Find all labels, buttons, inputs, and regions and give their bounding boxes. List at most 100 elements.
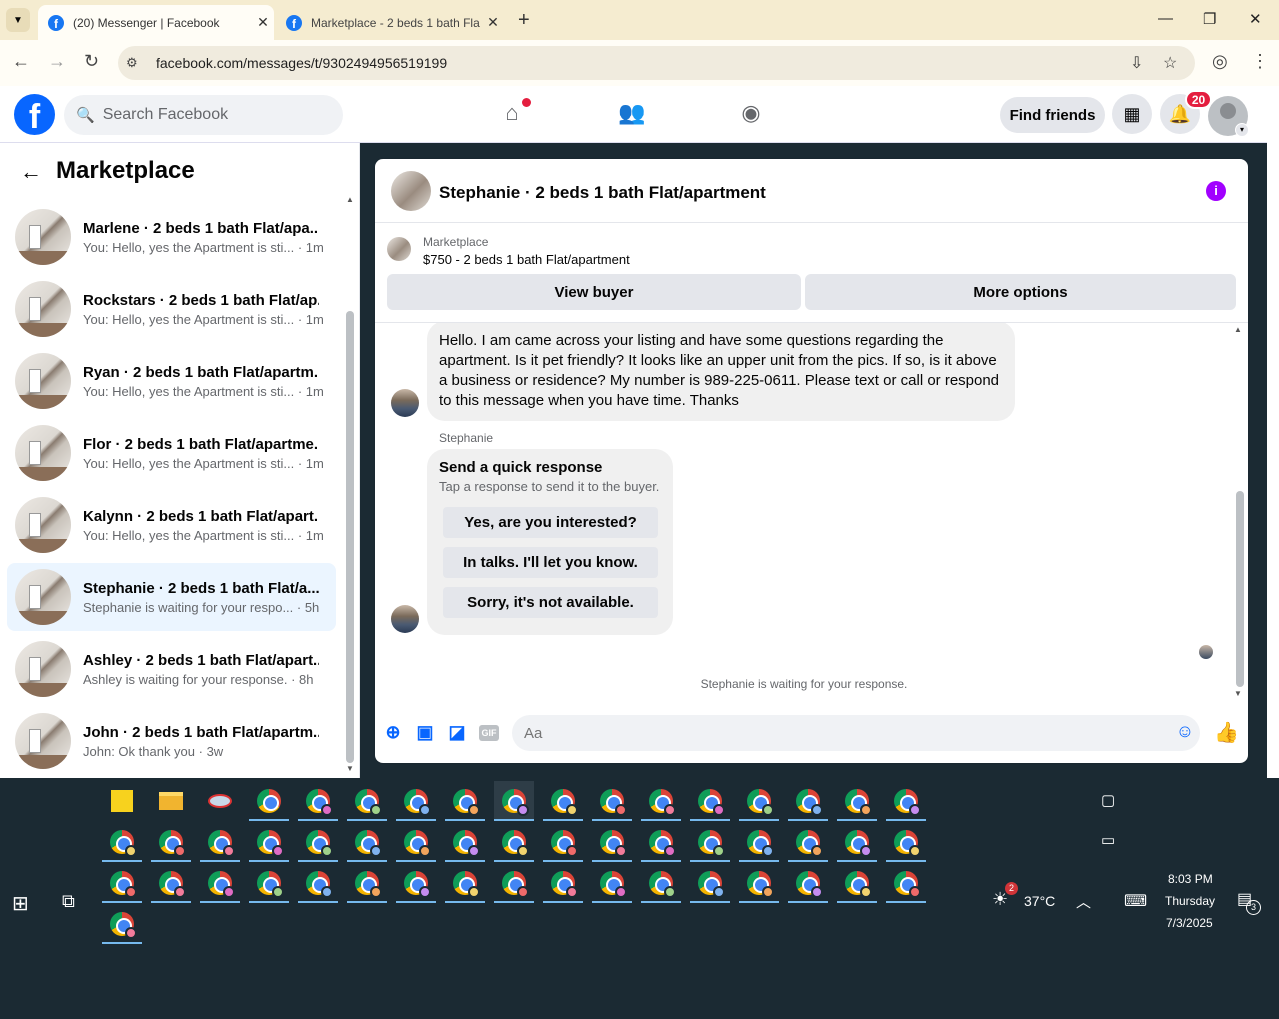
snipping-tool-icon[interactable] bbox=[200, 781, 240, 821]
thread-scrollbar[interactable] bbox=[1236, 491, 1244, 687]
scroll-down-arrow-icon[interactable]: ▼ bbox=[346, 764, 354, 773]
chrome-profile-icon[interactable] bbox=[837, 863, 877, 903]
tab-messenger[interactable]: f (20) Messenger | Facebook ✕ bbox=[38, 5, 274, 40]
forward-icon[interactable]: → bbox=[48, 51, 66, 72]
scroll-down-arrow-icon[interactable]: ▼ bbox=[1234, 689, 1242, 698]
chrome-profile-icon[interactable] bbox=[886, 822, 926, 862]
conversation-item[interactable]: Flor · 2 beds 1 bath Flat/apartme... You:… bbox=[7, 419, 336, 487]
search-input[interactable]: 🔍 Search Facebook bbox=[64, 95, 343, 135]
chrome-profile-icon[interactable] bbox=[641, 822, 681, 862]
new-tab-button[interactable]: + bbox=[518, 9, 530, 32]
sender-avatar[interactable] bbox=[391, 605, 419, 633]
chrome-profile-icon[interactable] bbox=[690, 822, 730, 862]
chrome-profile-icon[interactable] bbox=[494, 822, 534, 862]
reload-icon[interactable]: ↻ bbox=[84, 51, 99, 72]
chrome-profile-icon[interactable] bbox=[543, 822, 583, 862]
more-options-button[interactable]: More options bbox=[805, 274, 1236, 310]
chrome-profile-icon[interactable] bbox=[396, 822, 436, 862]
chrome-profile-icon[interactable] bbox=[102, 863, 142, 903]
tab-marketplace[interactable]: f Marketplace - 2 beds 1 bath Fla ✕ bbox=[276, 5, 504, 40]
message-input[interactable] bbox=[512, 715, 1200, 751]
chrome-profile-icon[interactable] bbox=[249, 781, 289, 821]
friends-icon[interactable]: 👥 bbox=[618, 100, 646, 128]
chrome-profile-icon[interactable] bbox=[298, 822, 338, 862]
clock-date[interactable]: 7/3/2025 bbox=[1166, 916, 1213, 930]
chrome-profile-icon[interactable] bbox=[494, 781, 534, 821]
chrome-profile-icon[interactable] bbox=[739, 822, 779, 862]
info-icon[interactable]: i bbox=[1206, 181, 1226, 201]
chrome-profile-icon[interactable] bbox=[200, 863, 240, 903]
plus-icon[interactable]: ⊕ bbox=[382, 722, 404, 744]
emoji-icon[interactable]: ☺ bbox=[1174, 721, 1196, 743]
address-bar[interactable]: ⚙ facebook.com/messages/t/93024949565191… bbox=[118, 46, 1195, 80]
menu-kebab-icon[interactable]: ⋮ bbox=[1251, 51, 1269, 72]
chrome-profile-icon[interactable] bbox=[347, 781, 387, 821]
conversation-item[interactable]: Rockstars · 2 beds 1 bath Flat/ap... You:… bbox=[7, 275, 336, 343]
chrome-profile-icon[interactable] bbox=[788, 781, 828, 821]
chrome-profile-icon[interactable] bbox=[690, 863, 730, 903]
chrome-profile-icon[interactable] bbox=[396, 863, 436, 903]
chrome-profile-icon[interactable] bbox=[788, 822, 828, 862]
network-icon[interactable]: ▭ bbox=[1101, 831, 1115, 849]
chrome-profile-icon[interactable] bbox=[151, 822, 191, 862]
scroll-up-arrow-icon[interactable]: ▲ bbox=[1234, 325, 1242, 334]
chrome-profile-icon[interactable] bbox=[347, 863, 387, 903]
chrome-profile-icon[interactable] bbox=[298, 863, 338, 903]
back-arrow-icon[interactable]: ← bbox=[20, 159, 42, 185]
chrome-profile-icon[interactable] bbox=[298, 781, 338, 821]
like-thumb-icon[interactable]: 👍 bbox=[1214, 720, 1239, 744]
chrome-profile-icon[interactable] bbox=[592, 822, 632, 862]
conversation-item[interactable]: Ryan · 2 beds 1 bath Flat/apartm... You: … bbox=[7, 347, 336, 415]
clock-time[interactable]: 8:03 PM bbox=[1168, 872, 1213, 886]
tab-search-button[interactable]: ▼ bbox=[6, 8, 30, 32]
chrome-profile-icon[interactable] bbox=[739, 863, 779, 903]
close-window-button[interactable]: ✕ bbox=[1249, 10, 1262, 28]
photo-icon[interactable]: ▣ bbox=[414, 722, 436, 744]
chevron-up-icon[interactable]: ︿ bbox=[1076, 891, 1091, 912]
chrome-profile-icon[interactable] bbox=[592, 781, 632, 821]
chrome-profile-icon[interactable] bbox=[788, 863, 828, 903]
site-info-icon[interactable]: ⚙ bbox=[126, 55, 150, 71]
sidebar-scrollbar[interactable] bbox=[346, 311, 354, 763]
chrome-profile-icon[interactable] bbox=[396, 781, 436, 821]
task-view-icon[interactable]: ⧉ bbox=[62, 891, 75, 912]
listing-avatar[interactable] bbox=[391, 171, 431, 211]
scroll-up-arrow-icon[interactable]: ▲ bbox=[346, 195, 354, 204]
close-tab-icon[interactable]: ✕ bbox=[482, 14, 504, 31]
chrome-profile-icon[interactable] bbox=[641, 781, 681, 821]
quick-response-button[interactable]: Sorry, it's not available. bbox=[443, 587, 658, 618]
chrome-profile-icon[interactable] bbox=[445, 822, 485, 862]
close-tab-icon[interactable]: ✕ bbox=[252, 14, 274, 31]
conversation-item[interactable]: Marlene · 2 beds 1 bath Flat/apa... You: … bbox=[7, 203, 336, 271]
groups-icon[interactable]: ◉ bbox=[737, 100, 765, 128]
chevron-down-icon[interactable]: ▾ bbox=[1235, 123, 1249, 137]
page-scrollbar[interactable] bbox=[1267, 86, 1279, 778]
chrome-profile-icon[interactable] bbox=[249, 822, 289, 862]
chrome-profile-icon[interactable] bbox=[886, 863, 926, 903]
chat-title[interactable]: Stephanie · 2 beds 1 bath Flat/apartment bbox=[439, 183, 766, 203]
chrome-profile-icon[interactable] bbox=[200, 822, 240, 862]
conversation-item[interactable]: Ashley · 2 beds 1 bath Flat/apart... Ashl… bbox=[7, 635, 336, 703]
quick-response-button[interactable]: Yes, are you interested? bbox=[443, 507, 658, 538]
clock-day[interactable]: Thursday bbox=[1165, 894, 1215, 908]
conversation-item[interactable]: John · 2 beds 1 bath Flat/apartm... John:… bbox=[7, 707, 336, 775]
sticky-notes-icon[interactable] bbox=[102, 781, 142, 821]
chrome-profile-icon[interactable] bbox=[494, 863, 534, 903]
chrome-profile-icon[interactable] bbox=[347, 822, 387, 862]
find-friends-button[interactable]: Find friends bbox=[1000, 97, 1105, 133]
view-buyer-button[interactable]: View buyer bbox=[387, 274, 801, 310]
back-icon[interactable]: ← bbox=[12, 51, 30, 72]
minimize-button[interactable]: — bbox=[1158, 10, 1173, 27]
chrome-profile-icon[interactable] bbox=[445, 781, 485, 821]
file-explorer-icon[interactable] bbox=[151, 781, 191, 821]
restore-button[interactable]: ❐ bbox=[1203, 10, 1216, 28]
chrome-profile-icon[interactable] bbox=[102, 822, 142, 862]
install-app-icon[interactable]: ⇩ bbox=[1130, 53, 1143, 73]
gif-icon[interactable]: GIF bbox=[479, 725, 499, 741]
profile-icon[interactable]: ◎ bbox=[1212, 51, 1228, 72]
sender-avatar[interactable] bbox=[391, 389, 419, 417]
chrome-profile-icon[interactable] bbox=[102, 904, 142, 944]
chrome-profile-icon[interactable] bbox=[543, 863, 583, 903]
conversation-item-selected[interactable]: Stephanie · 2 beds 1 bath Flat/a... Steph… bbox=[7, 563, 336, 631]
bookmark-star-icon[interactable]: ☆ bbox=[1163, 53, 1177, 73]
